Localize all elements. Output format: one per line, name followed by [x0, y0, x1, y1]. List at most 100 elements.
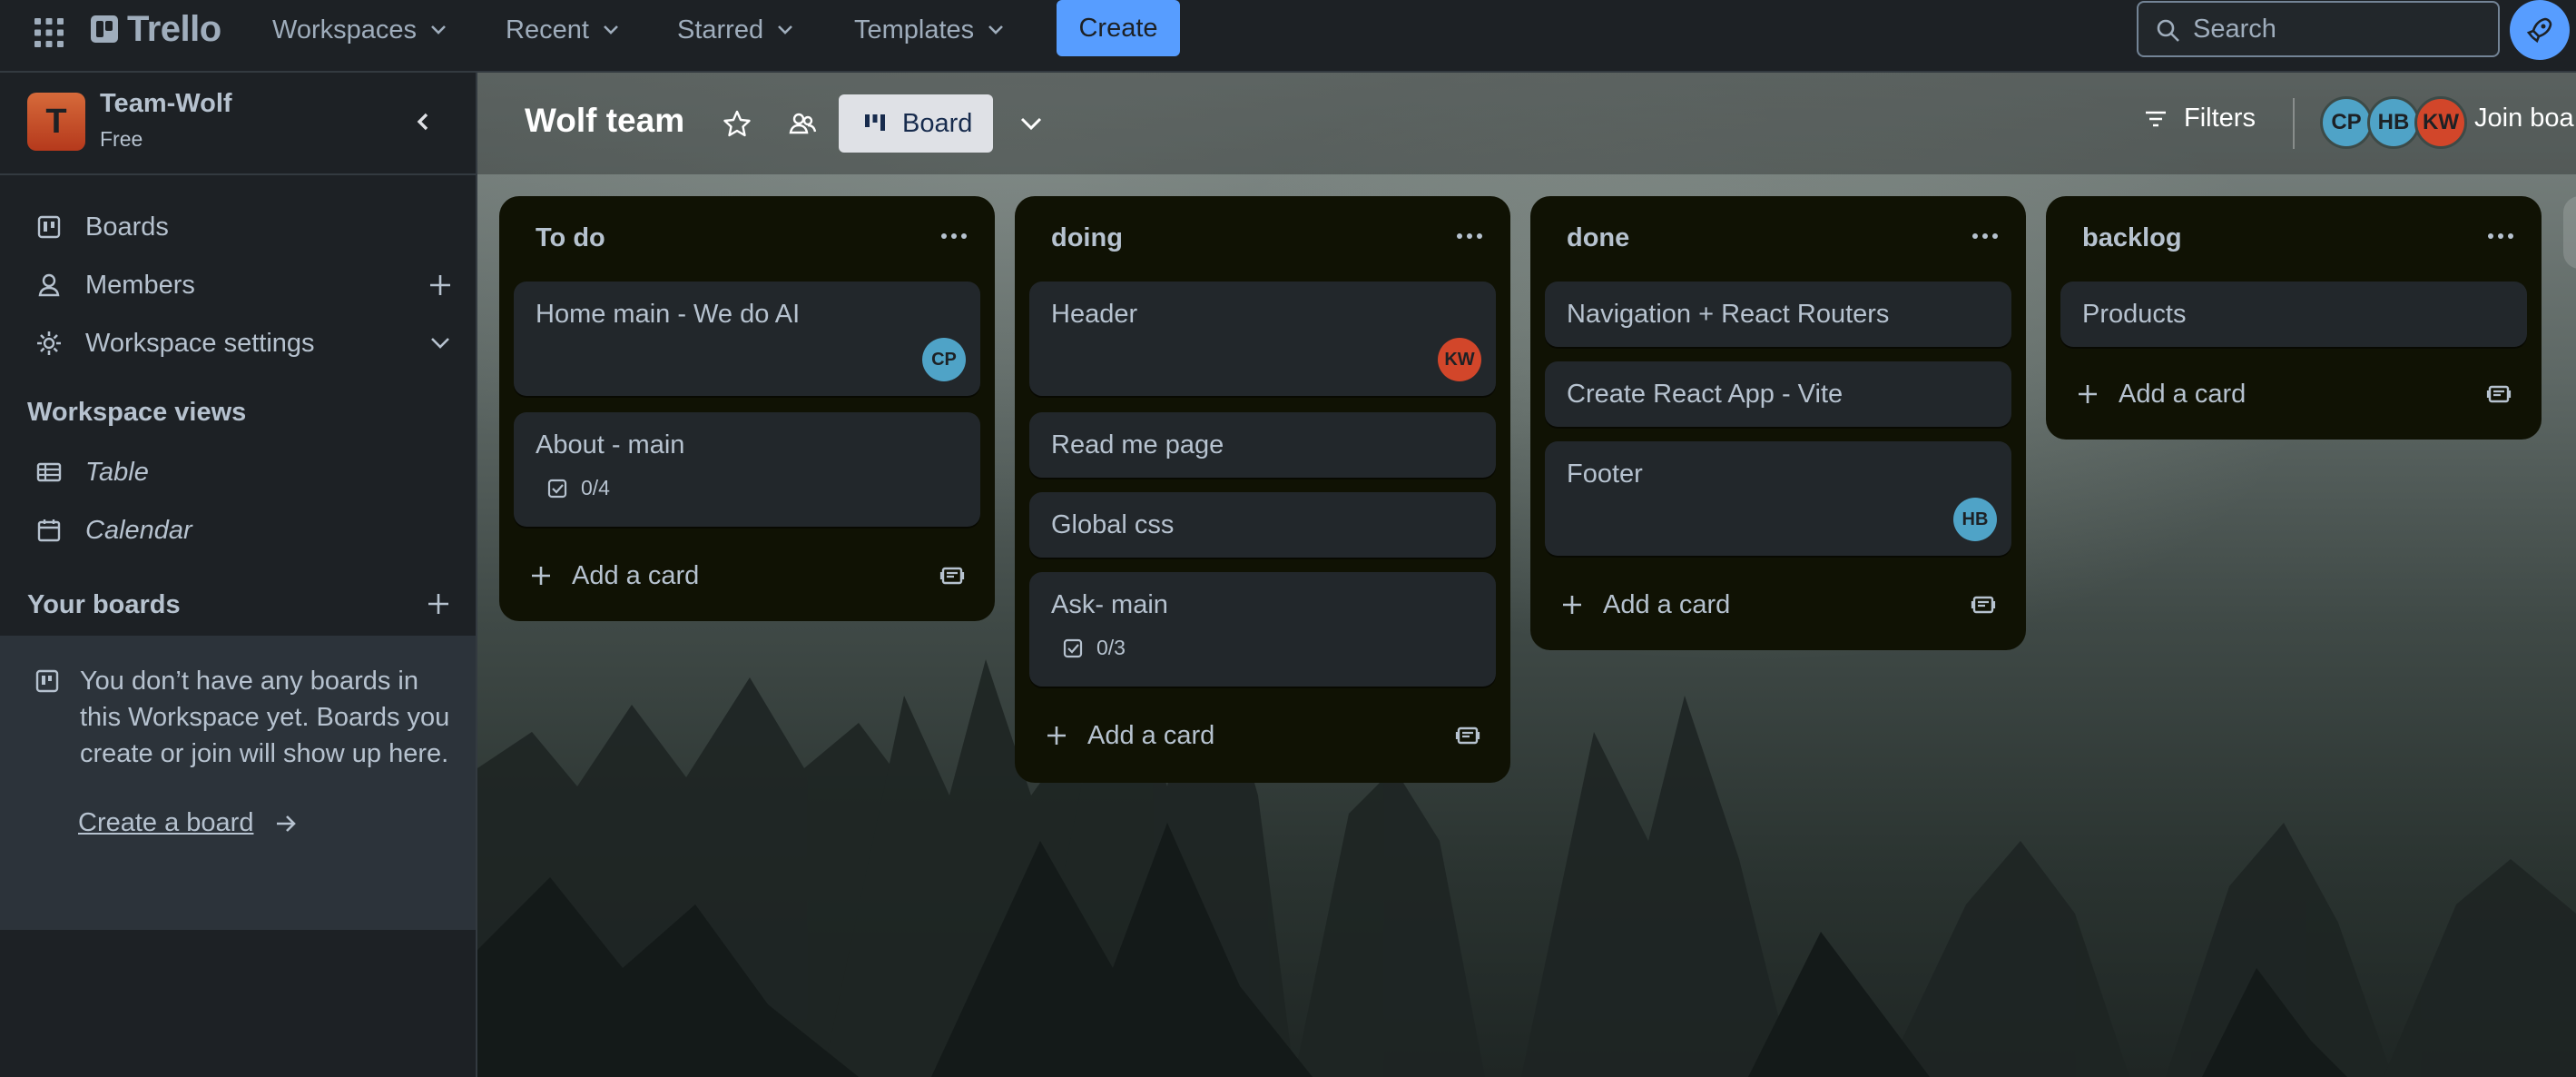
- workspace-name[interactable]: Team-Wolf: [100, 89, 232, 119]
- card[interactable]: Footer HB: [1545, 441, 2011, 556]
- nav-recent-button[interactable]: Recent: [506, 13, 620, 47]
- header-divider: [2293, 98, 2295, 149]
- checklist-badge: 0/3: [1062, 636, 1126, 660]
- card[interactable]: Create React App - Vite: [1545, 361, 2011, 427]
- card[interactable]: Home main - We do AI CP: [514, 282, 980, 396]
- add-list-button[interactable]: [2563, 196, 2576, 269]
- add-card-button[interactable]: Add a card: [1559, 585, 1997, 625]
- more-options-icon[interactable]: [1970, 227, 2001, 245]
- sidebar-item-label: Workspace settings: [85, 328, 315, 358]
- boards-icon: [37, 215, 61, 239]
- app-switcher-icon[interactable]: [33, 16, 65, 49]
- card[interactable]: Global css: [1029, 492, 1496, 558]
- card-member-avatar[interactable]: HB: [1953, 498, 1997, 541]
- card[interactable]: Read me page: [1029, 412, 1496, 478]
- person-icon: [38, 273, 60, 297]
- card-template-icon[interactable]: [1454, 722, 1481, 749]
- nav-workspaces-button[interactable]: Workspaces: [272, 13, 447, 47]
- workspace-views-heading: Workspace views: [27, 398, 247, 427]
- card[interactable]: About - main 0/4: [514, 412, 980, 527]
- list-title[interactable]: To do: [536, 223, 605, 253]
- board-header: Wolf team Board Filters CP HB KW Join bo…: [477, 73, 2576, 174]
- plus-icon: [1563, 596, 1581, 614]
- add-card-button[interactable]: Add a card: [1044, 716, 1481, 756]
- member-avatar[interactable]: KW: [2414, 96, 2467, 149]
- create-button[interactable]: Create: [1057, 0, 1180, 56]
- add-board-icon[interactable]: [425, 590, 452, 618]
- add-member-icon[interactable]: [427, 272, 454, 299]
- card-member-avatar[interactable]: KW: [1438, 338, 1481, 381]
- card-title: Create React App - Vite: [1567, 380, 1844, 409]
- add-card-label: Add a card: [2119, 379, 2247, 409]
- card-template-icon[interactable]: [1970, 591, 1997, 618]
- board-view-icon: [865, 114, 885, 131]
- star-icon[interactable]: [721, 107, 753, 140]
- chevron-down-icon[interactable]: [1015, 107, 1047, 140]
- more-options-icon[interactable]: [2485, 227, 2516, 245]
- calendar-icon: [37, 519, 61, 542]
- gear-icon: [37, 331, 61, 355]
- list-title[interactable]: backlog: [2082, 223, 2182, 253]
- board-title[interactable]: Wolf team: [525, 102, 684, 140]
- add-card-label: Add a card: [572, 560, 700, 590]
- card-template-icon[interactable]: [2485, 380, 2512, 408]
- nav-templates-button[interactable]: Templates: [854, 13, 1005, 47]
- workspace-header: T Team-Wolf Free: [0, 73, 476, 175]
- card-title: Footer: [1567, 459, 1643, 489]
- workspace-plan: Free: [100, 127, 143, 151]
- sidebar-item-table[interactable]: Table: [0, 447, 476, 498]
- sidebar-item-calendar[interactable]: Calendar: [0, 505, 476, 556]
- visibility-icon[interactable]: [786, 107, 819, 140]
- top-navigation-bar: Trello Workspaces Recent Starred Templat…: [0, 0, 2576, 73]
- checklist-icon: [1063, 638, 1083, 657]
- sidebar-item-label: Calendar: [85, 515, 192, 545]
- nav-starred-button[interactable]: Starred: [677, 13, 794, 47]
- create-board-link[interactable]: Create a board: [78, 808, 299, 838]
- card-template-icon[interactable]: [939, 562, 966, 589]
- card[interactable]: Ask- main 0/3: [1029, 572, 1496, 687]
- board-icon: [35, 669, 59, 693]
- member-avatar[interactable]: CP: [2320, 96, 2373, 149]
- filters-button[interactable]: Filters: [2142, 104, 2256, 133]
- card[interactable]: Products: [2060, 282, 2527, 347]
- notifications-button[interactable]: [2510, 0, 2570, 60]
- sidebar-item-workspace-settings[interactable]: Workspace settings: [0, 318, 476, 369]
- list-done: done Navigation + React Routers Create R…: [1530, 196, 2026, 650]
- card[interactable]: Header KW: [1029, 282, 1496, 396]
- empty-boards-text: You don’t have any boards in this Worksp…: [80, 667, 450, 768]
- card-title: Ask- main: [1051, 590, 1168, 619]
- join-board-button[interactable]: Join boa: [2474, 104, 2574, 133]
- add-card-button[interactable]: Add a card: [528, 556, 966, 596]
- card-title: Read me page: [1051, 430, 1224, 459]
- search-input[interactable]: Search: [2137, 1, 2500, 57]
- sidebar-item-members[interactable]: Members: [0, 260, 476, 311]
- chevron-down-icon[interactable]: [427, 330, 454, 357]
- list-title[interactable]: doing: [1051, 223, 1123, 253]
- filter-icon: [2146, 111, 2166, 126]
- list-doing: doing Header KW Read me page Global css …: [1015, 196, 1510, 783]
- checklist-count: 0/4: [581, 476, 610, 499]
- card[interactable]: Navigation + React Routers: [1545, 282, 2011, 347]
- chevron-down-icon: [778, 25, 793, 35]
- chevron-down-icon: [431, 25, 446, 35]
- trello-logo[interactable]: Trello: [91, 8, 221, 49]
- checklist-badge: 0/4: [546, 476, 610, 500]
- board-canvas: Wolf team Board Filters CP HB KW Join bo…: [477, 73, 2576, 1077]
- add-card-button[interactable]: Add a card: [2075, 374, 2512, 414]
- card-title: Global css: [1051, 510, 1175, 539]
- nav-recent-label: Recent: [506, 15, 589, 44]
- trello-logo-text: Trello: [127, 8, 221, 49]
- board-view-button[interactable]: Board: [839, 94, 993, 153]
- sidebar-item-boards[interactable]: Boards: [0, 202, 476, 252]
- card-title: Products: [2082, 300, 2187, 329]
- collapse-sidebar-icon[interactable]: [407, 105, 439, 138]
- checklist-icon: [547, 479, 567, 498]
- list-title[interactable]: done: [1567, 223, 1629, 253]
- search-placeholder: Search: [2193, 14, 2276, 44]
- card-member-avatar[interactable]: CP: [922, 338, 966, 381]
- more-options-icon[interactable]: [939, 227, 969, 245]
- more-options-icon[interactable]: [1454, 227, 1485, 245]
- nav-workspaces-label: Workspaces: [272, 15, 418, 44]
- member-avatar[interactable]: HB: [2367, 96, 2420, 149]
- your-boards-heading: Your boards: [27, 590, 181, 619]
